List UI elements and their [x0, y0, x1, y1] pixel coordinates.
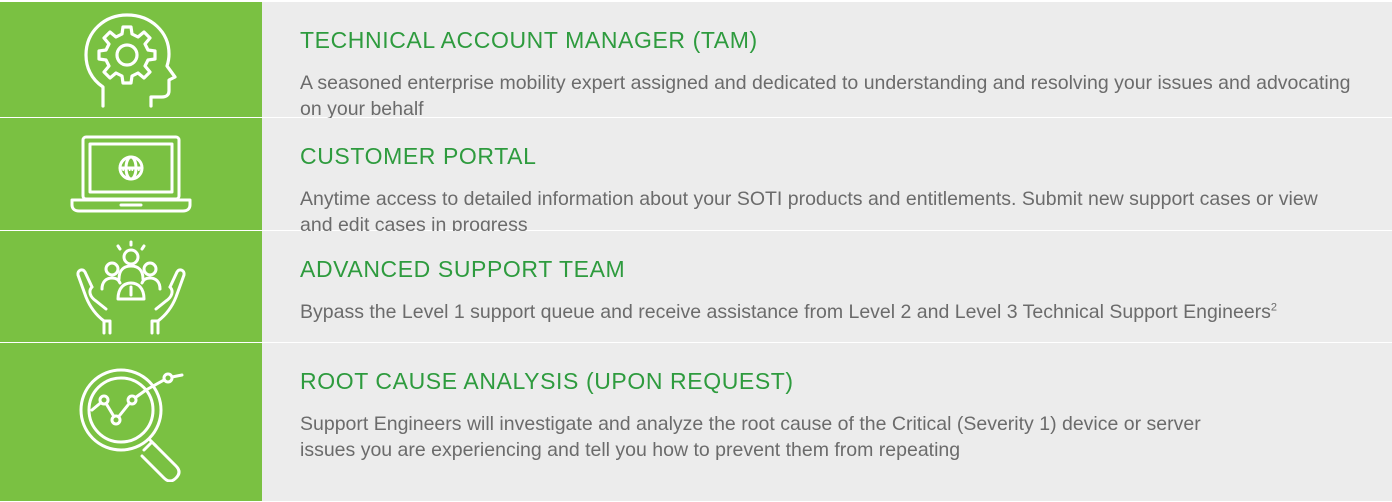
text-cell: ROOT CAUSE ANALYSIS (UPON REQUEST) Suppo…	[262, 343, 1392, 502]
feature-row-tam: TECHNICAL ACCOUNT MANAGER (TAM) A season…	[0, 0, 1392, 120]
feature-title: CUSTOMER PORTAL	[300, 143, 537, 169]
footnote-marker: 2	[1270, 301, 1278, 314]
icon-cell: www	[0, 118, 262, 231]
text-cell: TECHNICAL ACCOUNT MANAGER (TAM) A season…	[262, 0, 1392, 120]
feature-row-advanced-support: ADVANCED SUPPORT TEAM Bypass the Level 1…	[0, 231, 1392, 343]
feature-row-root-cause: ROOT CAUSE ANALYSIS (UPON REQUEST) Suppo…	[0, 343, 1392, 502]
feature-row-customer-portal: www CUSTOMER PORTAL Anytime access to de…	[0, 118, 1392, 236]
feature-title: ROOT CAUSE ANALYSIS (UPON REQUEST)	[300, 368, 794, 394]
laptop-www-icon: www	[70, 135, 192, 213]
svg-text:www: www	[121, 165, 141, 173]
icon-cell	[0, 0, 262, 118]
hands-team-icon	[76, 240, 186, 334]
feature-description: Bypass the Level 1 support queue and rec…	[300, 299, 1352, 325]
head-gear-icon	[84, 12, 177, 108]
feature-description: A seasoned enterprise mobility expert as…	[300, 72, 1351, 120]
icon-cell	[0, 231, 262, 343]
feature-description-text: Bypass the Level 1 support queue and rec…	[300, 301, 1271, 323]
text-cell: ADVANCED SUPPORT TEAM Bypass the Level 1…	[262, 231, 1392, 343]
features-table: TECHNICAL ACCOUNT MANAGER (TAM) A season…	[0, 0, 1392, 502]
feature-title: TECHNICAL ACCOUNT MANAGER (TAM)	[300, 27, 758, 53]
magnifier-chart-icon	[79, 368, 184, 482]
feature-description: Support Engineers will investigate and a…	[300, 413, 1201, 461]
icon-cell	[0, 343, 262, 502]
text-cell: CUSTOMER PORTAL Anytime access to detail…	[262, 118, 1392, 236]
feature-title: ADVANCED SUPPORT TEAM	[300, 256, 626, 282]
